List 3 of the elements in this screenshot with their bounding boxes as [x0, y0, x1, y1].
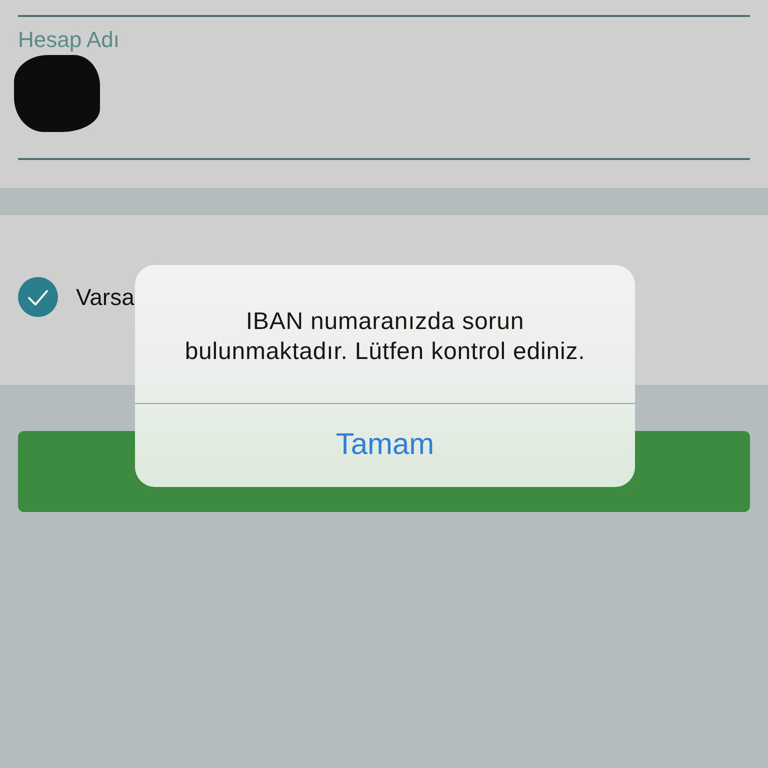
checkbox-label: Varsa	[76, 284, 134, 310]
alert-message: IBAN numaranızda sorun bulunmaktadır. Lütfen kontrol ediniz.	[184, 307, 586, 367]
field-label: Hesap Adı	[18, 28, 120, 52]
